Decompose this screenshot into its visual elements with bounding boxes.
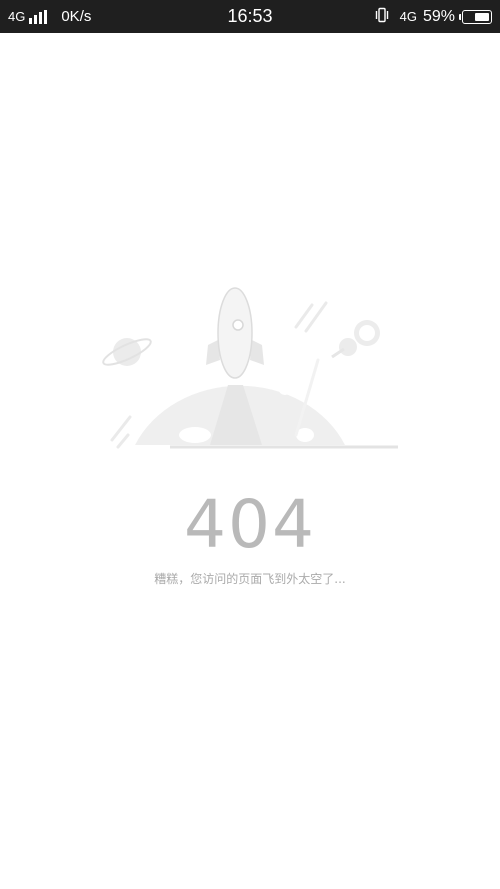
network-type-right: 4G <box>399 9 417 24</box>
rocket-planet-illustration <box>100 285 400 460</box>
battery-percent: 59% <box>422 7 455 25</box>
error-code: 404 <box>184 486 316 563</box>
status-bar: 4G 0K/s 16:53 4G 59% <box>0 0 500 33</box>
error-message: 糟糕，您访问的页面飞到外太空了... <box>154 572 346 586</box>
battery-fill <box>475 12 489 21</box>
status-right: 4G 59% <box>374 0 492 33</box>
vibrate-icon <box>374 7 390 27</box>
battery-icon <box>459 9 492 24</box>
